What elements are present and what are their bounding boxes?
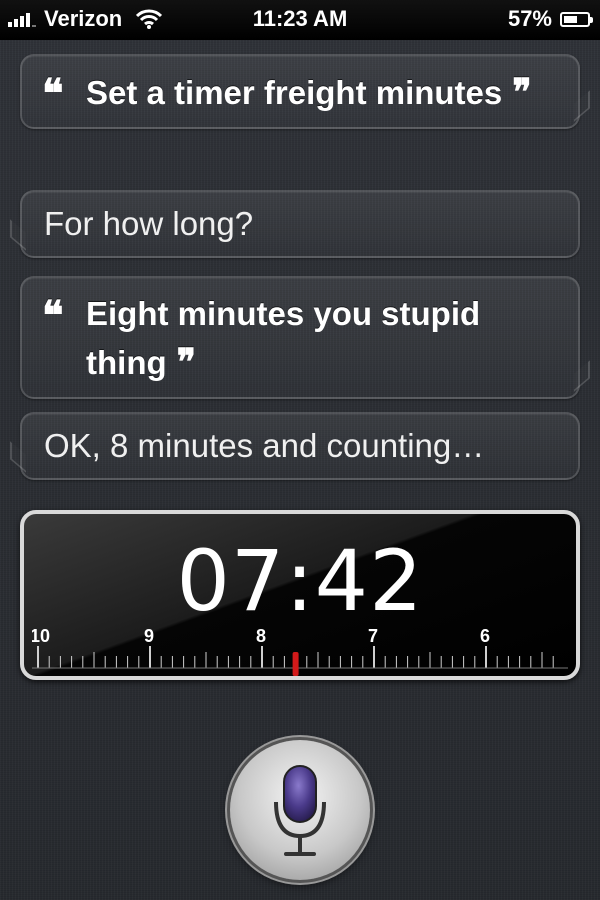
microphone-button[interactable] bbox=[230, 740, 370, 880]
user-utterance-text: Eight minutes you stupid thing bbox=[86, 295, 481, 381]
timer-countdown: 07:42 bbox=[176, 532, 424, 630]
microphone-icon bbox=[274, 765, 326, 856]
timer-scale: 10 9 8 7 6 bbox=[32, 628, 568, 676]
siri-response-text: OK, 8 minutes and counting… bbox=[44, 427, 485, 464]
siri-response-bubble: OK, 8 minutes and counting… bbox=[20, 412, 580, 480]
siri-response-bubble: For how long? bbox=[20, 190, 580, 258]
status-bar: Verizon 11:23 AM 57% bbox=[0, 0, 600, 40]
battery-percent-label: 57% bbox=[507, 6, 552, 31]
timer-position-indicator bbox=[292, 652, 299, 676]
close-quote-icon: ❞ bbox=[176, 341, 197, 383]
battery-icon bbox=[560, 11, 593, 27]
siri-response-text: For how long? bbox=[44, 205, 254, 242]
timer-widget: 07:42 10 9 8 7 6 bbox=[20, 510, 580, 680]
user-utterance-text: Set a timer freight minutes bbox=[86, 74, 503, 111]
timer-scale-svg: 10 9 8 7 6 bbox=[32, 628, 568, 676]
close-quote-icon: ❞ bbox=[512, 71, 532, 113]
status-right: 57% bbox=[507, 6, 593, 32]
scale-label: 8 bbox=[256, 628, 266, 646]
battery-fill bbox=[564, 15, 577, 23]
scale-label: 10 bbox=[32, 628, 50, 646]
open-quote-icon: ❝ bbox=[42, 292, 64, 339]
user-utterance-bubble: ❝ Eight minutes you stupid thing ❞ bbox=[20, 276, 580, 399]
open-quote-icon: ❝ bbox=[42, 70, 64, 117]
user-utterance-bubble: ❝ Set a timer freight minutes ❞ bbox=[20, 54, 580, 129]
scale-label: 7 bbox=[368, 628, 378, 646]
scale-label: 6 bbox=[480, 628, 490, 646]
scale-label: 9 bbox=[144, 628, 154, 646]
